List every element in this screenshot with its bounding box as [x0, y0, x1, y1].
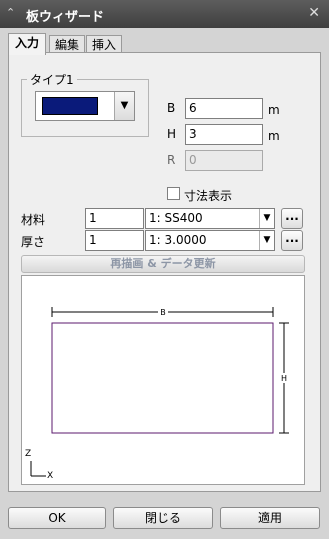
material-select[interactable]: 1: SS400 ▼: [145, 208, 275, 229]
dropdown-arrow-icon[interactable]: ▼: [114, 92, 134, 120]
preview-drawing: B H Z X: [25, 307, 289, 481]
apply-button[interactable]: 適用: [220, 507, 320, 529]
param-r-label: R: [167, 153, 176, 167]
thickness-select[interactable]: 1: 3.0000 ▼: [145, 230, 275, 251]
param-h-unit: m: [268, 129, 280, 143]
material-number-input[interactable]: 1: [85, 208, 144, 229]
param-b-unit: m: [268, 103, 280, 117]
close-button[interactable]: 閉じる: [113, 507, 213, 529]
title-bar: ⌃ 板ウィザード ✕: [0, 0, 329, 28]
dropdown-arrow-icon[interactable]: ▼: [259, 209, 274, 228]
param-b-input[interactable]: 6: [185, 98, 263, 119]
material-select-value: 1: SS400: [149, 211, 203, 225]
thickness-number-input[interactable]: 1: [85, 230, 144, 251]
axis-x-label: X: [47, 471, 53, 481]
type-group-label: タイプ1: [27, 71, 77, 88]
tab-input[interactable]: 入力: [8, 33, 46, 55]
material-label: 材料: [21, 213, 46, 227]
material-more-button[interactable]: ...: [281, 208, 303, 229]
color-swatch: [42, 97, 98, 115]
param-h-input[interactable]: 3: [185, 124, 263, 145]
color-select[interactable]: ▼: [35, 91, 135, 121]
param-b-label: B: [167, 101, 176, 115]
b-dimension-label: B: [160, 308, 166, 317]
dimension-display-label: 寸法表示: [184, 189, 233, 203]
thickness-select-value: 1: 3.0000: [149, 233, 207, 247]
h-dimension-label: H: [281, 374, 287, 383]
axis-z-label: Z: [25, 449, 31, 459]
window-title: 板ウィザード: [26, 10, 105, 25]
ok-button[interactable]: OK: [8, 507, 106, 529]
preview-canvas: B H Z X: [21, 275, 305, 485]
thickness-label: 厚さ: [21, 235, 46, 249]
param-h-label: H: [167, 127, 177, 141]
collapse-chevron-icon[interactable]: ⌃: [6, 6, 15, 19]
thickness-more-button[interactable]: ...: [281, 230, 303, 251]
param-r-input: 0: [185, 150, 263, 171]
redraw-update-button[interactable]: 再描画 & データ更新: [21, 255, 305, 273]
dimension-display-checkbox[interactable]: [167, 187, 180, 200]
close-icon[interactable]: ✕: [308, 5, 320, 21]
dropdown-arrow-icon[interactable]: ▼: [259, 231, 274, 250]
plate-outline: [51, 322, 274, 434]
